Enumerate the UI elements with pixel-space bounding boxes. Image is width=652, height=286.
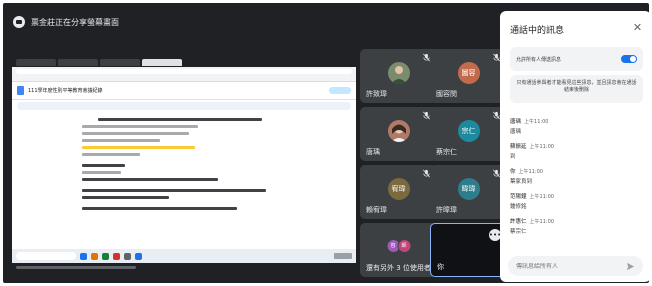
message-text: 葉家良到 [510,179,533,185]
taskbar-app-icon [102,252,109,260]
allow-messages-toggle[interactable] [621,55,637,63]
chat-message-input[interactable] [516,262,626,270]
avatar [387,61,410,84]
more-participants-tile[interactable]: 容 師 還有另外 3 位使用者 [360,223,437,277]
taskbar-app-icon [80,252,87,260]
doc-line [82,132,189,135]
send-icon[interactable] [626,262,635,271]
toggle-label: 允許所有人傳送訊息 [516,56,562,63]
windows-taskbar [12,249,356,263]
doc-line [82,139,160,142]
doc-line [82,171,121,174]
self-tile[interactable]: ••• 你 [430,223,507,277]
presenting-label: 票金莊正在分享螢幕畫面 [31,17,119,27]
participant-name: 國容閔 [436,90,457,98]
avatar: 宗仁 [457,119,480,142]
avatar: 宥瑋 [387,177,410,200]
allow-messages-row: 允許所有人傳送訊息 [510,47,643,71]
taskbar-clock [334,253,352,259]
browser-tab-active [142,59,182,66]
doc-line [82,207,238,210]
browser-tab-strip [12,58,356,67]
browser-tab [58,59,98,66]
more-participants-label: 還有另外 3 位使用者 [366,264,431,272]
self-name: 你 [437,263,444,271]
chat-notice: 只有通話參與者才能看見這些訊息，並且訊息會在通話結束後刪除 [510,75,643,103]
participant-name: 唐瑀 [366,148,380,156]
participant-name: 賴宥瑋 [366,206,387,214]
participant-name: 許致瑋 [366,90,387,98]
browser-tab [16,59,56,66]
docs-logo-icon [17,86,24,95]
message-text: 到 [510,154,516,160]
doc-subheading [82,164,125,167]
avatar: 圖容 [457,61,480,84]
message-time: 上午11:00 [529,194,554,200]
share-indicator-bar [16,265,136,269]
doc-line [82,125,199,128]
close-icon[interactable]: ✕ [632,22,643,33]
message-text: 鍾修銘 [510,204,527,210]
chat-title: 通話中的訊息 [510,26,565,36]
chat-message: 范陽鐘 上午11:00 鍾修銘 [510,192,643,217]
participant-tile[interactable]: 暐瑋 許暐瑋 [430,165,507,219]
message-sender: 唐瑀 [510,119,522,125]
docs-header: 111學年度性別平等教育會議紀錄 [12,82,356,100]
screen-share-icon [13,16,25,28]
chat-input-box [508,256,643,276]
doc-line-highlighted [82,146,195,149]
chat-message: 你上午11:00 葉家良到 [510,167,643,192]
taskbar-app-icon [124,252,131,260]
browser-address-bar [12,67,356,76]
message-text: 蔡宗仁 [510,229,527,235]
doc-heading [97,118,263,121]
message-list: 唐瑀 上午11:00 唐瑀 蘇振延 上午11:00 到 你上午11:00 葉家良到 … [510,117,643,242]
url-field [16,69,352,74]
taskbar-search [16,252,76,260]
participant-tile[interactable]: 宥瑋 賴宥瑋 [360,165,437,219]
participant-tile[interactable]: 許致瑋 [360,49,437,103]
message-time: 上午11:00 [529,219,554,225]
meeting-stage: 票金莊正在分享螢幕畫面 111學年度性別平等教育會議紀錄 許致瑋 圖容 國容閔 … [3,3,649,283]
message-sender: 蘇振延 [510,144,527,150]
taskbar-app-icon [113,252,120,260]
message-sender: 范陽鐘 [510,194,527,200]
chat-message: 唐瑀 上午11:00 唐瑀 [510,117,643,142]
doc-line [82,153,141,156]
avatar: 暐瑋 [457,177,480,200]
docs-toolbar [17,102,351,110]
doc-line [82,189,267,192]
participant-tile[interactable]: 宗仁 蔡宗仁 [430,107,507,161]
taskbar-app-icon [135,252,142,260]
participant-name: 許暐瑋 [436,206,457,214]
message-time: 上午11:00 [518,169,543,175]
shared-screen: 111學年度性別平等教育會議紀錄 [12,58,356,263]
doc-line [82,196,170,199]
chat-message: 許惠仁 上午11:00 蔡宗仁 [510,217,643,242]
chat-message: 蘇振延 上午11:00 到 [510,142,643,167]
avatar: 師 [397,238,411,253]
taskbar-app-icon [91,252,98,260]
message-sender: 你 [510,169,516,175]
doc-line [82,178,218,181]
participant-name: 蔡宗仁 [436,148,457,156]
chat-panel: 通話中的訊息 ✕ 允許所有人傳送訊息 只有通話參與者才能看見這些訊息，並且訊息會… [500,11,649,282]
browser-tab [100,59,140,66]
docs-share-button [329,87,351,94]
avatar [387,119,410,142]
grouped-avatars: 容 師 [386,238,411,253]
document-page [74,110,284,245]
message-text: 唐瑀 [510,129,522,135]
message-sender: 許惠仁 [510,219,527,225]
doc-title: 111學年度性別平等教育會議紀錄 [28,88,103,94]
shared-screen-footer [12,263,356,271]
presenter-banner: 票金莊正在分享螢幕畫面 [13,13,313,31]
participant-tile[interactable]: 唐瑀 [360,107,437,161]
message-time: 上午11:00 [529,144,554,150]
message-time: 上午11:00 [524,119,549,125]
participant-tile[interactable]: 圖容 國容閔 [430,49,507,103]
